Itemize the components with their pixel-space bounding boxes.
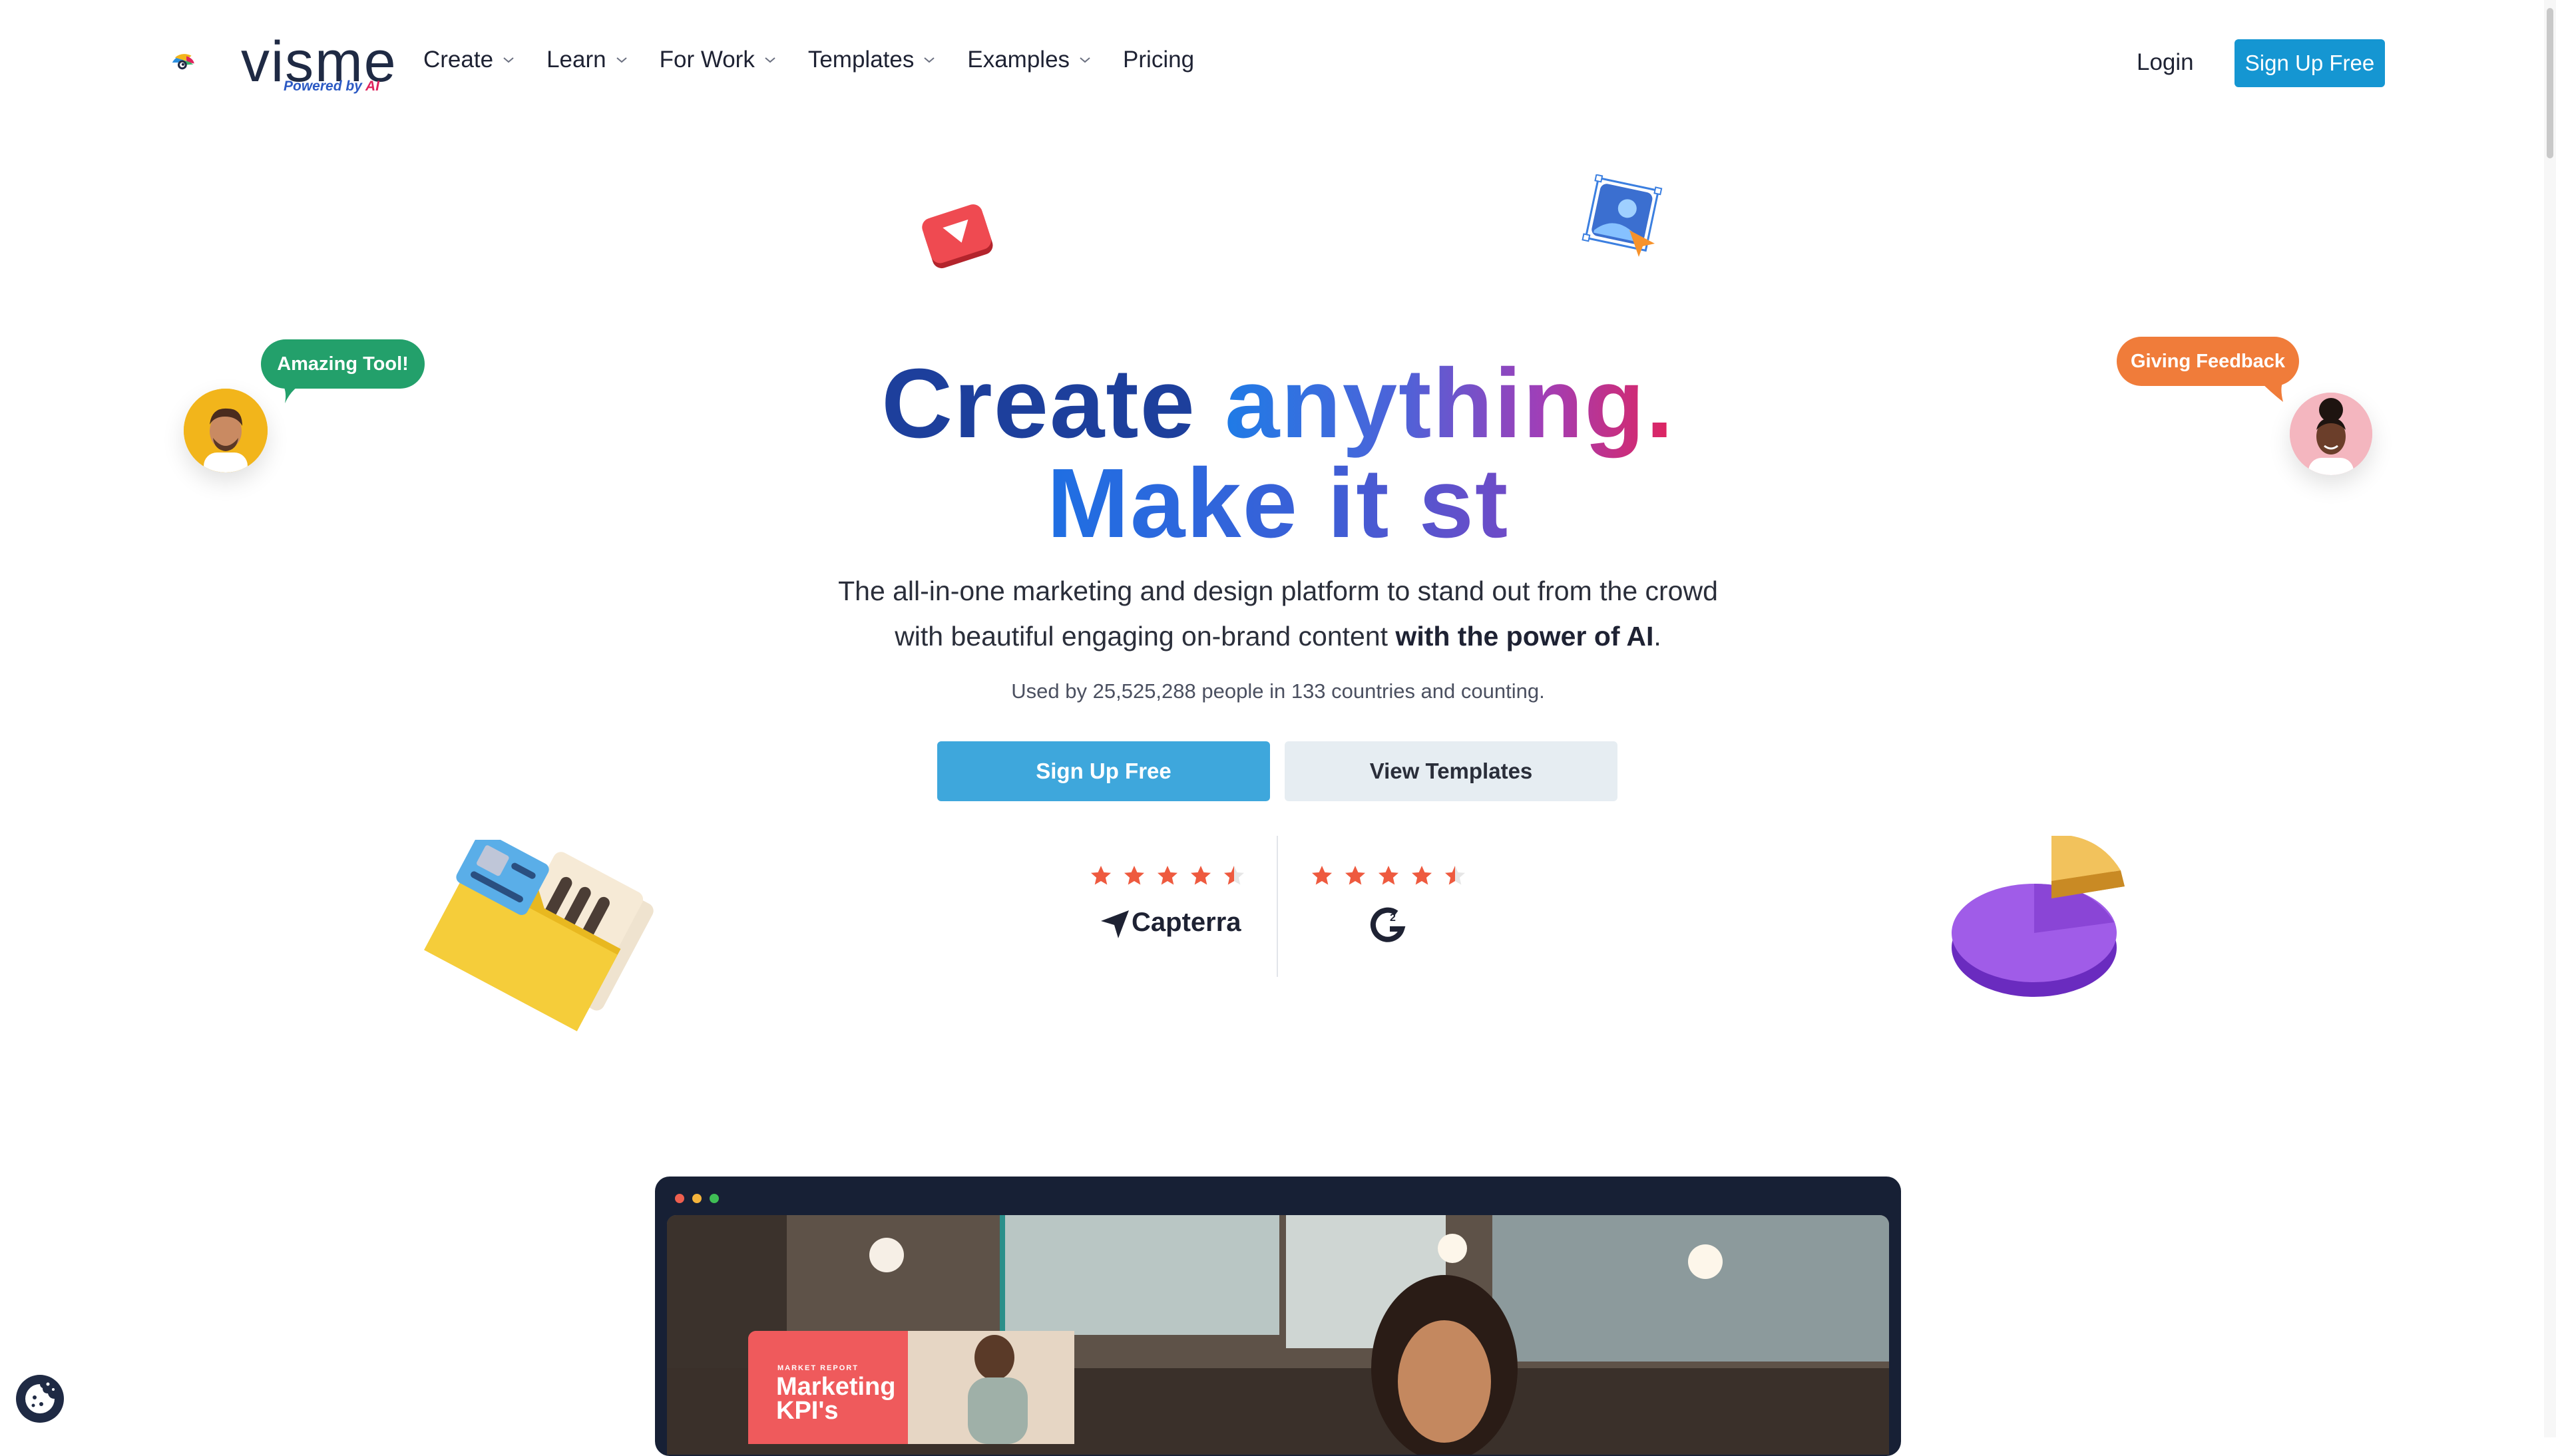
star-rating [1310, 864, 1467, 888]
capterra-rating[interactable] [1089, 864, 1246, 888]
hero-title-line-2: Make it st [0, 454, 2556, 554]
nav-item-create[interactable]: Create [423, 47, 515, 73]
hero-title-word-create: Create [881, 349, 1196, 458]
chevron-down-icon [503, 57, 514, 63]
star-icon [1312, 866, 1332, 885]
hero-subtitle-line-2: with beautiful engaging on-brand content… [895, 621, 1661, 651]
nav-item-for-work[interactable]: For Work [660, 47, 776, 73]
main-nav: Create Learn For Work Templates Examples… [423, 47, 1226, 73]
video-play-icon [922, 204, 993, 269]
star-icon [1379, 866, 1398, 885]
hero-subtitle: The all-in-one marketing and design plat… [0, 568, 2556, 659]
page-scrollbar-track[interactable] [2544, 0, 2556, 1437]
chevron-down-icon [765, 57, 775, 63]
chevron-down-icon [924, 57, 935, 63]
header-signup-button[interactable]: Sign Up Free [2235, 39, 2385, 87]
brand-tagline: Powered by AI [284, 79, 379, 94]
star-icon [1091, 866, 1111, 885]
hero-subtitle-line-1: The all-in-one marketing and design plat… [838, 576, 1718, 606]
star-icon [1412, 866, 1432, 885]
ratings-divider [1277, 836, 1278, 977]
report-title: Marketing KPI's [776, 1373, 896, 1425]
nav-item-pricing[interactable]: Pricing [1123, 47, 1194, 73]
g2-rating[interactable] [1310, 864, 1467, 888]
page-scrollbar-thumb[interactable] [2547, 8, 2553, 158]
image-select-icon [1582, 174, 1663, 257]
window-maximize-dot [710, 1194, 719, 1203]
star-icon [1124, 866, 1144, 885]
window-close-dot [675, 1194, 684, 1203]
cookie-settings-button[interactable] [16, 1375, 64, 1423]
g2-logo-icon: 2 [1370, 907, 1406, 942]
hero-title-line-1: Create anything. [0, 354, 2556, 454]
login-link[interactable]: Login [2137, 49, 2194, 76]
star-icon [1158, 866, 1177, 885]
chevron-down-icon [616, 57, 627, 63]
view-templates-button[interactable]: View Templates [1285, 741, 1617, 801]
svg-text:2: 2 [1390, 912, 1396, 924]
nav-item-examples[interactable]: Examples [967, 47, 1091, 73]
visme-logo-icon[interactable] [170, 39, 244, 87]
window-minimize-dot [692, 1194, 702, 1203]
hero-title-typing: Make it st [1046, 449, 1510, 558]
pie-chart-3d-icon [1952, 836, 2125, 997]
star-icon [1445, 866, 1465, 885]
star-rating [1089, 864, 1246, 888]
star-icon [1191, 866, 1211, 885]
user-count-text: Used by 25,525,288 people in 133 countri… [1011, 679, 1545, 703]
folder-documents-icon [424, 840, 654, 1031]
star-icon [1224, 866, 1244, 885]
cookie-icon [25, 1382, 55, 1413]
capterra-logo-icon [1101, 910, 1129, 938]
star-icon [1345, 866, 1365, 885]
nav-item-learn[interactable]: Learn [546, 47, 628, 73]
chevron-down-icon [1080, 57, 1090, 63]
capterra-label: Capterra [1132, 908, 1241, 937]
hero-signup-button[interactable]: Sign Up Free [937, 741, 1270, 801]
nav-item-templates[interactable]: Templates [808, 47, 936, 73]
report-kicker: MARKET REPORT [777, 1364, 859, 1372]
hero-title-word-anything: anything. [1225, 349, 1675, 458]
